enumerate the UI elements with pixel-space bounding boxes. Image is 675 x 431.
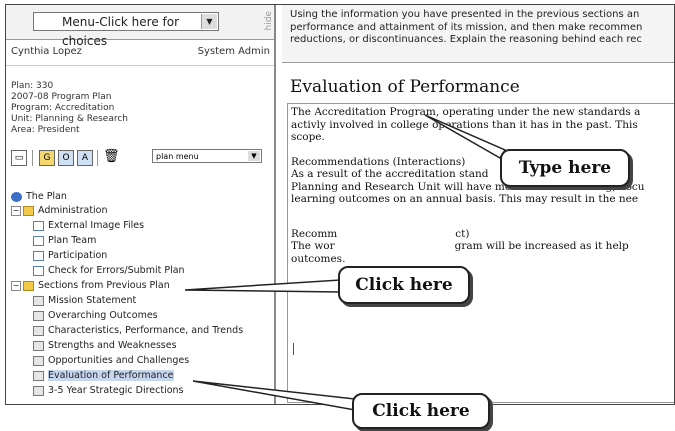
click-here-callout: Click here: [352, 393, 490, 429]
callout-pointers: [184, 114, 507, 411]
click-here-pointer-2: [192, 380, 356, 411]
type-here-callout: Type here: [500, 149, 630, 187]
type-here-pointer: [424, 114, 507, 160]
click-here-callout: Click here: [338, 266, 470, 304]
click-here-pointer-1: [184, 279, 341, 293]
